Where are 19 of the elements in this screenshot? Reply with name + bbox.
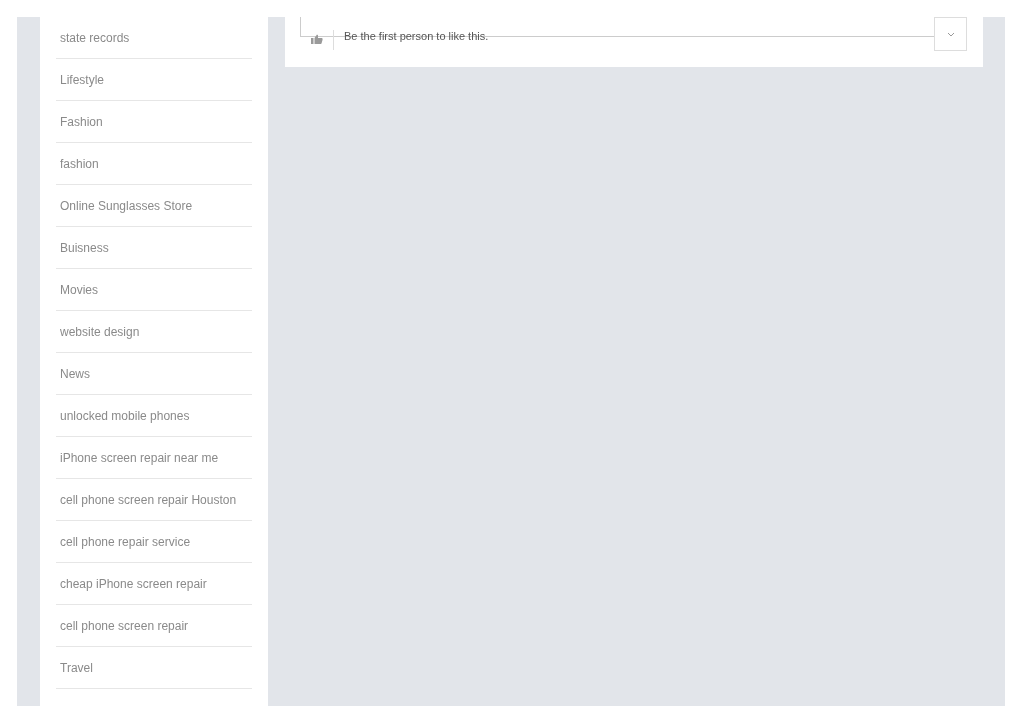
- chevron-down-icon: [946, 31, 955, 37]
- sidebar-link[interactable]: cheap iPhone screen repair: [56, 563, 252, 605]
- sidebar-link[interactable]: cell phone screen repair: [56, 605, 252, 647]
- sidebar-link[interactable]: News: [56, 353, 252, 395]
- sidebar-link[interactable]: Online Sunglasses Store: [56, 185, 252, 227]
- sidebar-link[interactable]: Movies: [56, 269, 252, 311]
- sidebar-link[interactable]: Travel: [56, 647, 252, 689]
- sidebar-link[interactable]: Lifestyle: [56, 59, 252, 101]
- sidebar-link[interactable]: cell phone repair service: [56, 521, 252, 563]
- sidebar-link[interactable]: state records: [56, 17, 252, 59]
- sidebar-link[interactable]: unlocked mobile phones: [56, 395, 252, 437]
- sidebar-link[interactable]: fashion: [56, 143, 252, 185]
- like-prompt-text: Be the first person to like this.: [344, 30, 489, 42]
- sidebar-link[interactable]: iPhone screen repair near me: [56, 437, 252, 479]
- sidebar-link[interactable]: website design: [56, 311, 252, 353]
- sidebar-link[interactable]: Buisness: [56, 227, 252, 269]
- thumbs-up-icon[interactable]: [311, 34, 323, 44]
- sidebar-link[interactable]: cell phone screen repair Houston: [56, 479, 252, 521]
- sidebar-link[interactable]: Fashion: [56, 101, 252, 143]
